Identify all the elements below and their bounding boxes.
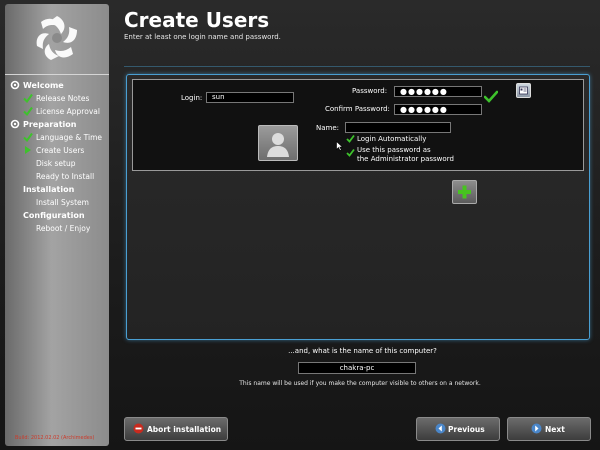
mouse-cursor-icon <box>336 141 343 151</box>
avatar-button[interactable] <box>258 125 298 161</box>
abort-installation-label: Abort installation <box>147 425 222 434</box>
abort-icon <box>133 423 144 434</box>
sidebar-group: Welcome <box>23 81 64 90</box>
password-field[interactable]: ●●●●●● <box>394 86 482 97</box>
gear-icon <box>10 80 20 90</box>
computer-name-question: ...and, what is the name of this compute… <box>288 347 437 355</box>
login-automatically-checkbox[interactable] <box>346 134 355 143</box>
header-divider <box>124 66 590 67</box>
previous-button[interactable]: Previous <box>416 417 500 441</box>
arrow-left-icon <box>435 423 446 434</box>
confirm-password-field[interactable]: ●●●●●● <box>394 104 482 115</box>
computer-name-note: This name will be used if you make the c… <box>239 380 481 387</box>
admin-password-label-line1: Use this password as <box>357 146 431 154</box>
sidebar-step: License Approval <box>36 107 100 116</box>
checkmark-icon <box>23 93 33 103</box>
sidebar-step: Reboot / Enjoy <box>36 224 91 233</box>
admin-password-label-line2: the Administrator password <box>357 155 454 163</box>
sidebar-step: Create Users <box>36 146 85 155</box>
arrow-right-icon <box>531 423 542 434</box>
sidebar-divider <box>5 74 109 75</box>
chakra-logo-icon <box>36 16 77 60</box>
login-automatically-label: Login Automatically <box>357 135 427 143</box>
previous-label: Previous <box>448 425 485 434</box>
password-label: Password: <box>352 87 388 95</box>
password-match-check-icon <box>484 90 498 103</box>
installer-window: Welcome Release Notes License Approval Prep… <box>0 0 600 450</box>
user-details-button[interactable] <box>516 83 531 98</box>
checkmark-icon <box>23 132 33 142</box>
sidebar-group: Configuration <box>23 211 85 220</box>
sidebar-group: Installation <box>23 185 75 194</box>
admin-password-checkbox[interactable] <box>346 148 355 157</box>
page-subtitle: Enter at least one login name and passwo… <box>124 33 281 41</box>
id-card-icon <box>519 86 528 95</box>
name-field[interactable] <box>345 122 451 133</box>
page-title: Create Users <box>124 8 270 32</box>
next-label: Next <box>545 425 565 434</box>
login-field[interactable]: sun <box>206 92 294 103</box>
sidebar-group: Preparation <box>23 120 77 129</box>
next-button[interactable]: Next <box>507 417 591 441</box>
user-avatar-icon <box>267 133 289 157</box>
abort-installation-button[interactable]: Abort installation <box>124 417 228 441</box>
computer-name-field[interactable]: chakra-pc <box>298 362 416 374</box>
plus-icon <box>458 185 471 199</box>
confirm-password-label: Confirm Password: <box>325 105 390 113</box>
sidebar-step: Ready to Install <box>36 172 95 181</box>
arrow-right-icon <box>25 146 31 154</box>
add-user-button[interactable] <box>452 180 477 204</box>
gear-icon <box>10 119 20 129</box>
name-label: Name: <box>316 124 340 132</box>
sidebar-step: Disk setup <box>36 159 76 168</box>
sidebar-step: Release Notes <box>36 94 90 103</box>
sidebar-step: Language & Time <box>36 133 102 142</box>
login-label: Login: <box>181 94 203 102</box>
build-label: Build: 2012.02.02 (Archimedes) <box>15 435 95 441</box>
sidebar-step: Install System <box>36 198 89 207</box>
checkmark-icon <box>23 106 33 116</box>
